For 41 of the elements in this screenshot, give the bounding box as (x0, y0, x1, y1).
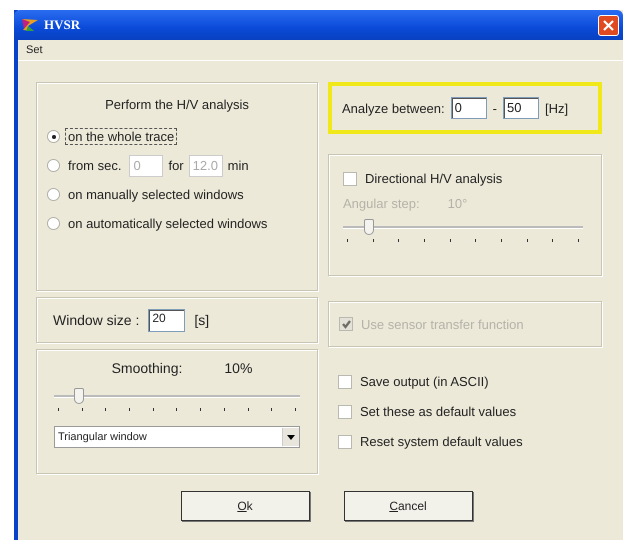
window-title: HVSR (44, 17, 80, 33)
unit-label: min (228, 158, 249, 173)
angular-step-label: Angular step: (343, 196, 420, 211)
radio-label[interactable]: from sec. (65, 157, 124, 174)
unit-label: [s] (194, 312, 210, 328)
checkbox[interactable] (338, 374, 352, 388)
radio-label[interactable]: on automatically selected windows (65, 215, 270, 232)
min-frequency-field[interactable]: 0 (450, 97, 487, 119)
range-separator: - (492, 100, 497, 116)
radio-button[interactable] (47, 217, 60, 230)
radio-button[interactable] (47, 130, 60, 143)
window-type-dropdown[interactable]: Triangular window (54, 426, 300, 448)
analyze-label: Analyze between: (342, 100, 445, 116)
radio-button[interactable] (47, 188, 60, 201)
radio-label[interactable]: on the whole trace (65, 128, 178, 145)
unit-label: [Hz] (544, 100, 568, 116)
max-frequency-field[interactable]: 50 (502, 97, 539, 119)
radio-label[interactable]: on manually selected windows (65, 186, 247, 203)
panel-title: Perform the H/V analysis (104, 97, 250, 112)
smoothing-value: 10% (224, 360, 252, 376)
window-size-field[interactable]: 20 (148, 308, 186, 332)
cancel-button[interactable]: Cancel (344, 491, 472, 521)
window-size-label: Window size : (53, 312, 140, 328)
smoothing-slider[interactable] (54, 388, 300, 404)
checkbox-label[interactable]: Reset system default values (360, 434, 523, 449)
checkbox[interactable] (338, 434, 352, 448)
for-label: for (168, 158, 184, 173)
slider-thumb[interactable] (74, 388, 84, 404)
angular-step-slider[interactable] (343, 219, 583, 235)
close-button[interactable] (598, 14, 619, 36)
radio-button[interactable] (47, 159, 60, 172)
ok-button[interactable]: Ok (180, 491, 310, 521)
smoothing-label: Smoothing: (112, 360, 182, 376)
app-logo-icon (20, 17, 40, 33)
close-icon (603, 20, 614, 30)
dropdown-arrow-icon (287, 434, 295, 440)
checkbox[interactable] (338, 404, 352, 418)
checkbox-label[interactable]: Save output (in ASCII) (360, 374, 489, 389)
angular-step-value: 10° (448, 196, 468, 211)
checkbox-label[interactable]: Set these as default values (360, 404, 516, 419)
menu-item[interactable]: Set (24, 44, 45, 56)
